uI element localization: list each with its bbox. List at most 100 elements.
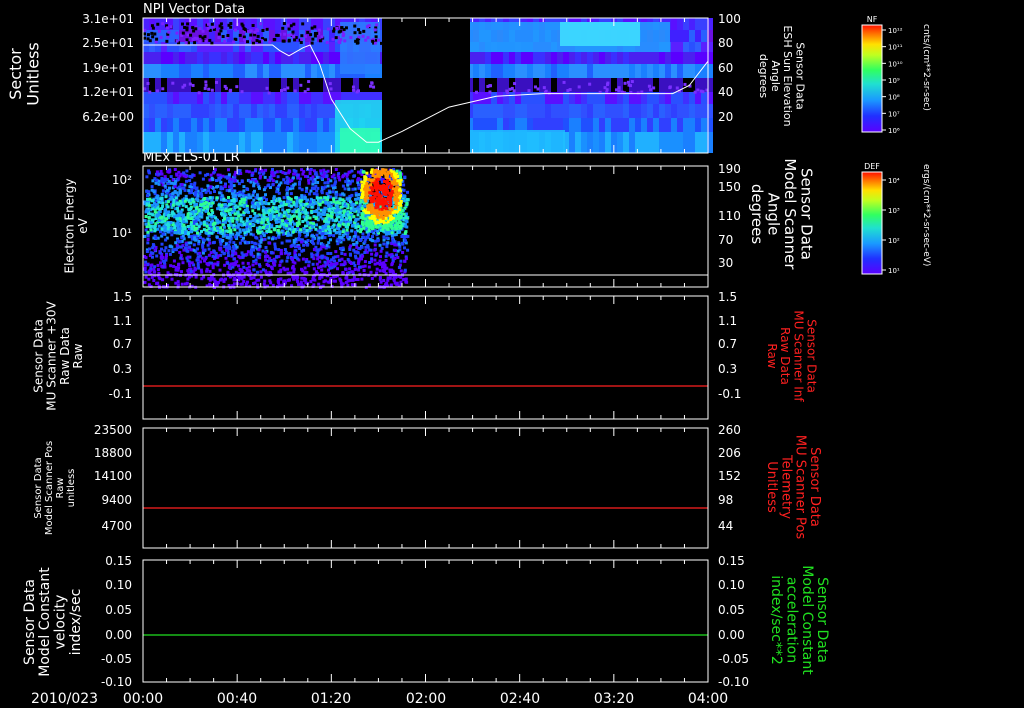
els-cell	[271, 237, 274, 241]
els-cell	[144, 260, 148, 264]
els-cell	[242, 228, 245, 232]
els-cell	[269, 230, 273, 234]
els-cell	[347, 187, 351, 191]
npi-speck	[357, 35, 361, 39]
npi-cell	[665, 118, 671, 132]
npi-cell	[143, 64, 149, 78]
els-cell	[368, 237, 372, 241]
npi-cell	[287, 92, 293, 104]
npi-cell	[203, 42, 209, 52]
els-cell	[391, 269, 395, 273]
els-cell	[269, 215, 273, 219]
els-cell	[200, 256, 204, 260]
npi-cell	[245, 52, 251, 64]
npi-cell	[149, 52, 155, 64]
npi-speck	[647, 84, 651, 88]
els-cell	[227, 247, 231, 251]
els-cell	[272, 202, 276, 206]
npi-cell	[671, 118, 677, 132]
npi-speck	[370, 81, 374, 85]
npi-bright-patch	[560, 22, 640, 46]
npi-speck	[361, 34, 365, 38]
els-cell	[323, 236, 327, 240]
npi-cell	[221, 52, 227, 64]
els-cell	[190, 197, 194, 201]
els-cell	[312, 192, 316, 196]
npi-cell	[521, 78, 527, 92]
npi-cell	[275, 92, 281, 104]
els-cell	[277, 191, 281, 195]
npi-cell	[677, 30, 683, 42]
els-cell	[286, 196, 290, 199]
npi-cell	[491, 52, 497, 64]
npi-cell	[617, 104, 623, 118]
els-cell	[274, 236, 278, 240]
els-cell	[149, 221, 153, 224]
els-cell	[363, 260, 367, 264]
els-cell	[326, 181, 330, 184]
npi-cell	[479, 78, 485, 92]
npi-cell	[173, 104, 179, 118]
npi-cell	[695, 104, 701, 118]
els-cell	[277, 248, 281, 252]
els-cell	[219, 226, 223, 230]
els-cell	[212, 222, 216, 225]
els-cell	[307, 264, 311, 268]
els-cell	[176, 280, 180, 284]
els-cell	[356, 262, 360, 265]
npi-cell	[683, 132, 689, 153]
npi-cell	[173, 64, 179, 78]
npi-cell	[509, 104, 515, 118]
els-cell	[300, 196, 304, 200]
npi-cell	[641, 132, 647, 153]
npi-speck	[615, 88, 619, 92]
npi-speck	[292, 22, 296, 26]
npi-cell	[197, 132, 203, 153]
npi-cell	[521, 52, 527, 64]
npi-cell	[143, 52, 149, 64]
els-cell	[329, 195, 333, 199]
els-cell	[248, 225, 252, 229]
els-cell	[208, 269, 212, 273]
els-cell	[152, 190, 156, 194]
els-cell	[207, 212, 211, 216]
npi-cell	[653, 132, 659, 153]
npi-cell	[311, 78, 317, 92]
els-cell	[160, 215, 164, 219]
npi-speck	[289, 33, 293, 37]
els-cell	[249, 180, 253, 184]
npi-cell	[677, 42, 683, 52]
npi-cell	[185, 64, 191, 78]
els-cell	[388, 276, 392, 280]
els-cell	[310, 255, 314, 259]
npi-cell	[575, 78, 581, 92]
npi-cell	[671, 104, 677, 118]
els-cell	[223, 263, 227, 267]
npi-cell	[185, 104, 191, 118]
npi-cell	[323, 30, 329, 42]
npi-cell	[575, 64, 581, 78]
npi-speck	[542, 86, 546, 90]
els-cell	[333, 176, 337, 180]
els-cell	[321, 243, 325, 247]
npi-cell	[497, 118, 503, 132]
npi-cell	[179, 104, 185, 118]
els-cell	[399, 259, 403, 263]
els-cell	[223, 214, 227, 218]
npi-cell	[485, 118, 491, 132]
els-cell	[348, 252, 352, 256]
els-cell	[159, 169, 163, 173]
els-cell	[164, 238, 168, 242]
npi-cell	[329, 64, 335, 78]
els-cell	[199, 191, 203, 195]
els-cell	[385, 236, 389, 240]
els-cell	[323, 260, 327, 264]
els-cell	[190, 261, 194, 265]
els-cell	[266, 178, 270, 182]
els-cell	[266, 230, 270, 233]
els-cell	[144, 256, 148, 260]
npi-cell	[683, 42, 689, 52]
npi-cell	[305, 104, 311, 118]
els-cell	[322, 213, 326, 216]
npi-cell	[197, 42, 203, 52]
